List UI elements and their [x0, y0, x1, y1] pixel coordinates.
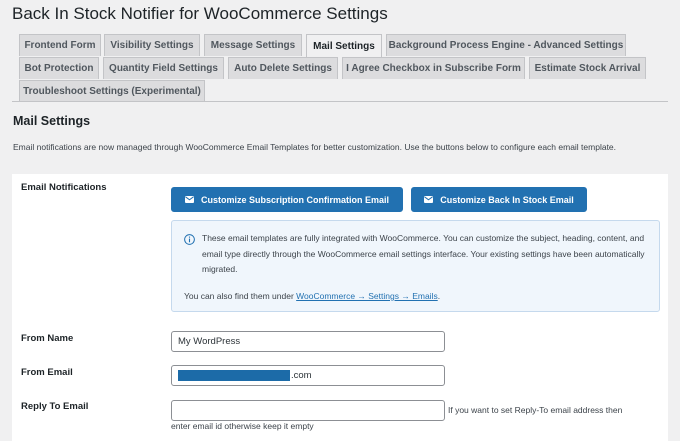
- tab-quantity-field-settings[interactable]: Quantity Field Settings: [103, 57, 224, 79]
- notice-find-prefix: You can also find them under: [184, 291, 297, 301]
- tab-background-process-engine[interactable]: Background Process Engine - Advanced Set…: [386, 34, 626, 56]
- tab-estimate-stock-arrival[interactable]: Estimate Stock Arrival: [529, 57, 646, 79]
- woocommerce-emails-link[interactable]: WooCommerce → Settings → Emails: [296, 291, 438, 301]
- section-title: Mail Settings: [13, 114, 91, 128]
- customize-back-in-stock-email-button[interactable]: Customize Back In Stock Email: [411, 187, 587, 212]
- tab-message-settings[interactable]: Message Settings: [204, 34, 302, 56]
- tab-frontend-form[interactable]: Frontend Form: [19, 34, 101, 56]
- from-email-input[interactable]: .com: [171, 365, 445, 386]
- from-email-suffix: .com: [291, 370, 312, 381]
- notice-find-text: You can also find them under WooCommerce…: [184, 289, 644, 303]
- envelope-icon: [424, 196, 434, 203]
- from-email-label: From Email: [21, 367, 73, 378]
- customize-subscription-email-label: Customize Subscription Confirmation Emai…: [200, 194, 389, 205]
- customize-back-in-stock-email-label: Customize Back In Stock Email: [440, 194, 574, 205]
- reply-to-help-line1: If you want to set Reply-To email addres…: [448, 405, 623, 415]
- tab-auto-delete-settings[interactable]: Auto Delete Settings: [228, 57, 338, 79]
- tabs-divider: [12, 101, 668, 102]
- tab-visibility-settings[interactable]: Visibility Settings: [104, 34, 200, 56]
- customize-subscription-email-button[interactable]: Customize Subscription Confirmation Emai…: [171, 187, 403, 212]
- info-notice: These email templates are fully integrat…: [171, 220, 660, 312]
- section-description: Email notifications are now managed thro…: [13, 142, 617, 152]
- from-name-label: From Name: [21, 333, 74, 344]
- reply-to-label: Reply To Email: [21, 401, 89, 412]
- notice-text: These email templates are fully integrat…: [202, 233, 645, 274]
- notice-find-suffix: .: [437, 291, 441, 301]
- page-title: Back In Stock Notifier for WooCommerce S…: [12, 4, 388, 23]
- email-notifications-label: Email Notifications: [21, 182, 107, 193]
- envelope-icon: [184, 196, 194, 203]
- tab-bot-protection[interactable]: Bot Protection: [19, 57, 99, 79]
- tab-troubleshoot-settings[interactable]: Troubleshoot Settings (Experimental): [19, 80, 205, 102]
- tab-i-agree-checkbox[interactable]: I Agree Checkbox in Subscribe Form: [342, 57, 525, 79]
- info-icon: [184, 234, 195, 245]
- redacted-email: [178, 370, 290, 381]
- from-name-input[interactable]: My WordPress: [171, 331, 445, 352]
- reply-to-help-line2: enter email id otherwise keep it empty: [171, 421, 314, 431]
- tab-mail-settings[interactable]: Mail Settings: [306, 34, 382, 57]
